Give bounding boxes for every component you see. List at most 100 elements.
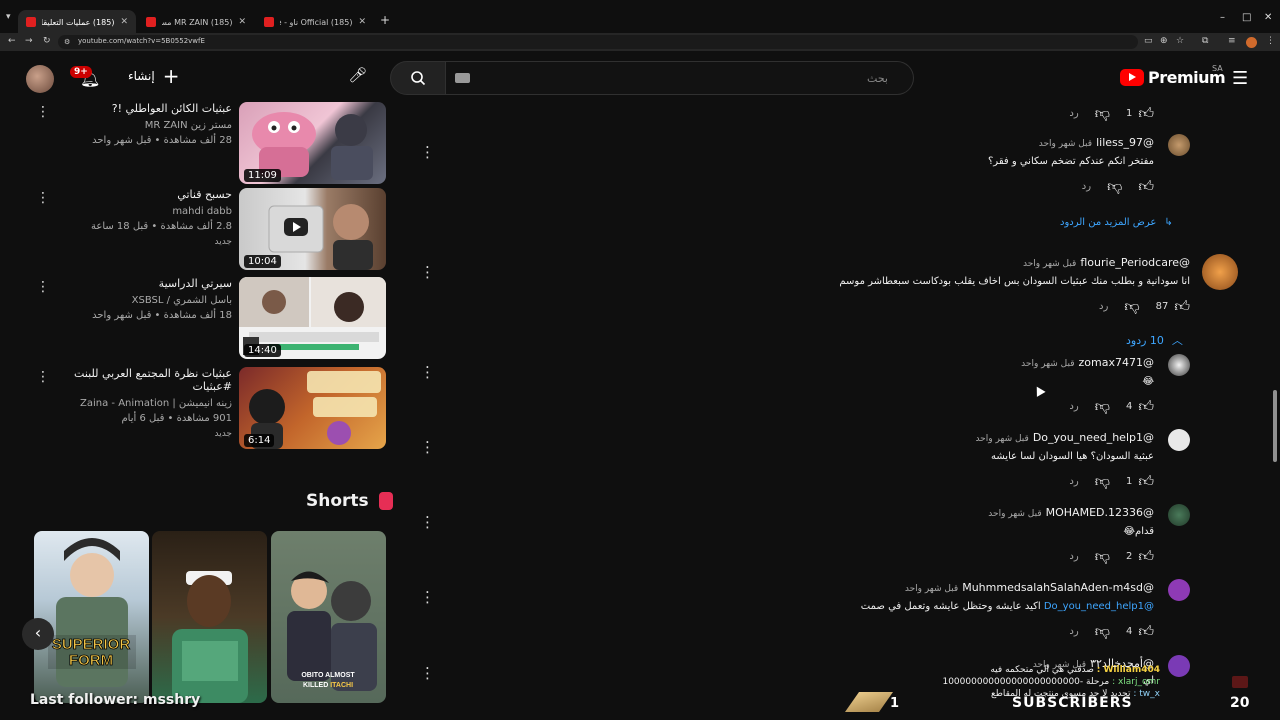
voice-search-mic-icon[interactable]: 🎤︎ bbox=[346, 66, 370, 90]
tab-1[interactable]: (185) عمليات التعليقات السلبية ✕ bbox=[18, 10, 136, 34]
page-scrollbar[interactable] bbox=[1273, 390, 1277, 462]
recommended-video[interactable]: ⋮ عبثيات نظرة المجتمع العربي للبنت #عبثي… bbox=[30, 367, 390, 451]
close-icon[interactable]: ✕ bbox=[358, 17, 366, 27]
comment-time[interactable]: قبل شهر واحد bbox=[988, 509, 1041, 519]
reply-button[interactable]: رد bbox=[1069, 476, 1078, 487]
comment-time[interactable]: قبل شهر واحد bbox=[975, 434, 1028, 444]
like-icon[interactable]: 👍︎ bbox=[1138, 397, 1154, 416]
cast-icon[interactable]: ▭ bbox=[1144, 36, 1153, 46]
maximize-icon[interactable]: □ bbox=[1242, 12, 1251, 23]
comment-author[interactable]: @Do_you_need_help1 bbox=[1033, 431, 1154, 444]
more-actions-icon[interactable]: ⋮ bbox=[420, 363, 435, 381]
guide-menu-icon[interactable]: ☰ bbox=[1232, 68, 1248, 89]
reply-button[interactable]: رد bbox=[1069, 401, 1078, 412]
recommended-video[interactable]: ⋮ سيرتي الدراسية باسل الشمري / XSBSL 18 … bbox=[30, 277, 390, 361]
minimize-icon[interactable]: – bbox=[1220, 12, 1225, 23]
channel-name[interactable]: mahdi dabb bbox=[36, 206, 232, 217]
comment-time[interactable]: قبل شهر واحد bbox=[1039, 139, 1092, 149]
reading-list-icon[interactable]: ≡ bbox=[1228, 36, 1236, 46]
comment-author[interactable]: @zomax7471 bbox=[1079, 356, 1154, 369]
comment-mention-link[interactable]: @Do_you_need_help1 bbox=[1044, 601, 1154, 612]
channel-name[interactable]: باسل الشمري / XSBSL bbox=[36, 295, 232, 306]
forward-icon[interactable]: → bbox=[25, 36, 33, 46]
tab-2[interactable]: (185) MR ZAIN مستر زين - You ✕ bbox=[138, 10, 254, 34]
close-icon[interactable]: ✕ bbox=[120, 17, 128, 27]
comment-time[interactable]: قبل شهر واحد bbox=[1023, 259, 1076, 269]
like-icon[interactable]: 👍︎ bbox=[1138, 547, 1154, 566]
commenter-avatar[interactable] bbox=[1168, 429, 1190, 451]
more-actions-icon[interactable]: ⋮ bbox=[420, 664, 435, 682]
channel-name[interactable]: زينه انيميشن | Zaina - Animation bbox=[36, 398, 232, 409]
commenter-avatar[interactable] bbox=[1202, 254, 1238, 290]
bookmark-star-icon[interactable]: ☆ bbox=[1176, 36, 1184, 46]
site-info-icon[interactable]: ⚙ bbox=[64, 38, 70, 46]
commenter-avatar[interactable] bbox=[1168, 655, 1190, 677]
like-icon[interactable]: 👍︎ bbox=[1138, 622, 1154, 641]
shorts-previous-button[interactable]: ‹ bbox=[22, 618, 54, 650]
url-text[interactable]: youtube.com/watch?v=5B0552vwfE bbox=[78, 37, 205, 45]
reply-button[interactable]: رد bbox=[1099, 301, 1108, 312]
tab-search-icon[interactable]: ▾ bbox=[6, 12, 11, 22]
reply-button[interactable]: رد bbox=[1082, 181, 1091, 192]
youtube-premium-logo[interactable]: Premium bbox=[1120, 68, 1226, 87]
commenter-avatar[interactable] bbox=[1168, 134, 1190, 156]
dislike-icon[interactable]: 👎︎ bbox=[1095, 104, 1110, 123]
video-title[interactable]: سيرتي الدراسية bbox=[36, 277, 232, 290]
recommended-video[interactable]: ⋮ عبثيات الكائن العواطلي !? مستر زين MR … bbox=[30, 102, 390, 186]
account-avatar[interactable] bbox=[26, 65, 54, 93]
like-icon[interactable]: 👍︎ bbox=[1138, 104, 1154, 123]
commenter-avatar[interactable] bbox=[1168, 504, 1190, 526]
like-count: 4 bbox=[1125, 401, 1133, 412]
short-card[interactable]: SUPERIOR FORM bbox=[34, 531, 149, 703]
reply-button[interactable]: رد bbox=[1069, 108, 1078, 119]
commenter-avatar[interactable] bbox=[1168, 354, 1190, 376]
create-button[interactable]: إنشاء + bbox=[128, 66, 179, 86]
short-card[interactable] bbox=[152, 531, 267, 703]
like-icon[interactable]: 👍︎ bbox=[1174, 297, 1190, 316]
extensions-icon[interactable]: ⧉ bbox=[1202, 36, 1208, 46]
video-title[interactable]: حسبح قناتي bbox=[36, 188, 232, 201]
comment-author[interactable]: @MuhmmedsalahSalahAden-m4sd bbox=[962, 581, 1154, 594]
tab-3[interactable]: (185) Official ناو - YouTube ✕ bbox=[256, 10, 374, 34]
like-icon[interactable]: 👍︎ bbox=[1138, 177, 1154, 196]
dislike-icon[interactable]: 👎︎ bbox=[1107, 177, 1122, 196]
close-icon[interactable]: ✕ bbox=[238, 17, 246, 27]
comment-time[interactable]: قبل شهر واحد bbox=[1021, 359, 1074, 369]
like-icon[interactable]: 👍︎ bbox=[1138, 472, 1154, 491]
video-title[interactable]: عبثيات الكائن العواطلي !? bbox=[36, 102, 232, 115]
short-card[interactable]: OBITO ALMOST KILLED ITACHI bbox=[271, 531, 386, 703]
profile-avatar-icon[interactable] bbox=[1246, 37, 1257, 48]
reply-button[interactable]: رد bbox=[1069, 626, 1078, 637]
channel-name[interactable]: مستر زين MR ZAIN bbox=[36, 120, 232, 131]
recommended-video[interactable]: ⋮ حسبح قناتي mahdi dabb 2.8 ألف مشاهدة •… bbox=[30, 188, 390, 272]
more-actions-icon[interactable]: ⋮ bbox=[420, 513, 435, 531]
commenter-avatar[interactable] bbox=[1168, 579, 1190, 601]
comment-author[interactable]: @liless_97 bbox=[1096, 136, 1154, 149]
dislike-icon[interactable]: 👎︎ bbox=[1095, 397, 1110, 416]
more-actions-icon[interactable]: ⋮ bbox=[420, 263, 435, 281]
more-actions-icon[interactable]: ⋮ bbox=[420, 143, 435, 161]
dislike-icon[interactable]: 👎︎ bbox=[1124, 297, 1139, 316]
comment-author[interactable]: @MOHAMED.12336 bbox=[1046, 506, 1154, 519]
dislike-icon[interactable]: 👎︎ bbox=[1095, 622, 1110, 641]
close-window-icon[interactable]: ✕ bbox=[1264, 12, 1272, 23]
zoom-icon[interactable]: ⊕ bbox=[1160, 36, 1168, 46]
show-more-replies-button[interactable]: ↳ عرض المزيد من الردود bbox=[1060, 217, 1173, 228]
browser-menu-icon[interactable]: ⋮ bbox=[1266, 36, 1275, 46]
address-bar[interactable] bbox=[58, 35, 1138, 49]
more-actions-icon[interactable]: ⋮ bbox=[420, 438, 435, 456]
back-icon[interactable]: ← bbox=[8, 36, 16, 46]
dislike-icon[interactable]: 👎︎ bbox=[1095, 472, 1110, 491]
new-tab-button[interactable]: + bbox=[380, 13, 390, 27]
reload-icon[interactable]: ↻ bbox=[43, 36, 51, 46]
keyboard-icon[interactable] bbox=[455, 73, 470, 83]
reply-button[interactable]: رد bbox=[1069, 551, 1078, 562]
comment-time[interactable]: قبل شهر واحد bbox=[905, 584, 958, 594]
dislike-icon[interactable]: 👎︎ bbox=[1095, 547, 1110, 566]
search-input[interactable] bbox=[480, 66, 900, 90]
more-actions-icon[interactable]: ⋮ bbox=[420, 588, 435, 606]
video-title[interactable]: عبثيات نظرة المجتمع العربي للبنت #عبثيات bbox=[36, 367, 232, 393]
hide-replies-toggle[interactable]: ︿ 10 ردود bbox=[1126, 332, 1183, 348]
search-button[interactable] bbox=[390, 61, 446, 95]
comment-author[interactable]: @flourie_Periodcare bbox=[1080, 256, 1190, 269]
